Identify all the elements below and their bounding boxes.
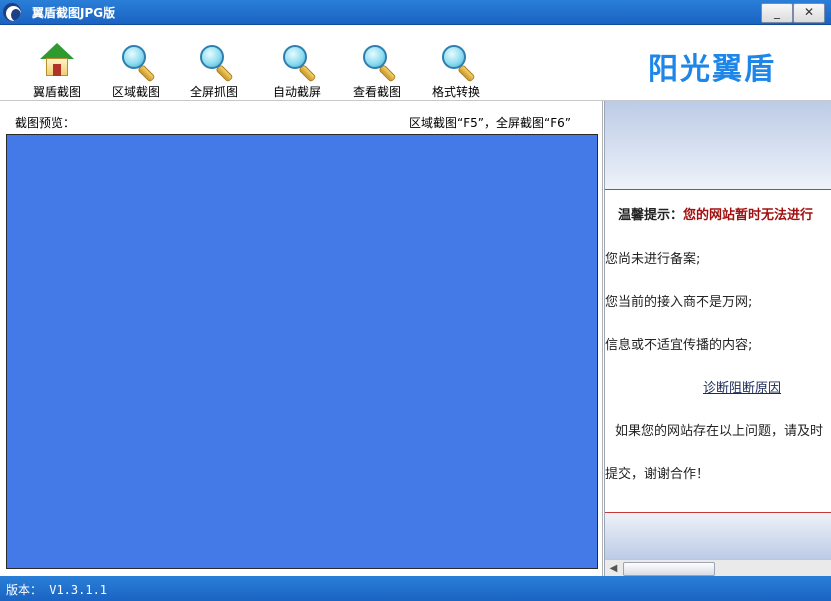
magnifier-icon <box>357 41 397 83</box>
home-icon <box>37 41 77 81</box>
minimize-button[interactable]: _ <box>761 3 793 23</box>
reason-line: 您当前的接入商不是万网; <box>605 295 753 310</box>
close-button[interactable]: ✕ <box>793 3 825 23</box>
toolbar-item-label: 全屏抓图 <box>189 85 238 99</box>
horizontal-scrollbar[interactable]: ◀ <box>605 559 831 576</box>
toolbar-item-label: 格式转换 <box>431 85 480 99</box>
web-content: 温馨提示：您的网站暂时无法进行 您尚未进行备案; 您当前的接入商不是万网; 信息… <box>605 189 831 513</box>
view-captures-button[interactable]: 查看截图 <box>342 41 412 100</box>
screenshot-home-button[interactable]: 翼盾截图 <box>22 41 92 100</box>
toolbar-item-label: 区域截图 <box>111 85 160 99</box>
magnifier-icon <box>436 41 476 83</box>
thanks-line: 提交，谢谢合作！ <box>605 467 710 482</box>
app-logo-icon <box>3 3 21 21</box>
toolbar-item-label: 查看截图 <box>352 85 401 99</box>
brand-logo: 阳光翼盾 <box>648 52 776 87</box>
diagnose-link[interactable]: 诊断阻断原因 <box>703 377 781 396</box>
hotkey-hint: 区域截图“F5”，全屏截图“F6” <box>409 116 571 130</box>
version-label: 版本： V1.3.1.1 <box>6 583 108 597</box>
title-bar: 翼盾截图JPG版 _ ✕ <box>0 0 831 25</box>
window-title: 翼盾截图JPG版 <box>32 6 116 20</box>
web-footer-band <box>605 513 831 559</box>
scroll-left-icon[interactable]: ◀ <box>607 562 620 575</box>
reason-line: 您尚未进行备案; <box>605 252 701 267</box>
auto-capture-button[interactable]: 自动截屏 <box>262 41 332 100</box>
magnifier-icon <box>277 41 317 83</box>
toolbar-item-label: 自动截屏 <box>272 85 321 99</box>
tip-label: 温馨提示： <box>618 208 684 223</box>
tip-line: 温馨提示：您的网站暂时无法进行 <box>618 204 813 223</box>
fullscreen-capture-button[interactable]: 全屏抓图 <box>179 41 249 100</box>
region-capture-button[interactable]: 区域截图 <box>101 41 171 100</box>
status-bar: 版本： V1.3.1.1 <box>0 576 831 601</box>
screenshot-preview-area[interactable] <box>6 134 598 569</box>
magnifier-icon <box>116 41 156 83</box>
toolbar-item-label: 翼盾截图 <box>32 85 81 99</box>
notice-line: 如果您的网站存在以上问题，请及时 <box>615 424 824 439</box>
preview-label: 截图预览： <box>15 116 76 130</box>
reason-line: 信息或不适宜传播的内容; <box>605 338 753 353</box>
scrollbar-thumb[interactable] <box>623 562 715 576</box>
format-convert-button[interactable]: 格式转换 <box>421 41 491 100</box>
tip-message: 您的网站暂时无法进行 <box>683 208 814 223</box>
web-header-band <box>605 101 831 189</box>
toolbar: 翼盾截图 区域截图 全屏抓图 自动截屏 查看截图 格式转换 阳光翼盾 <box>0 25 831 101</box>
preview-panel: 截图预览： 区域截图“F5”，全屏截图“F6” <box>0 101 603 576</box>
web-panel: 温馨提示：您的网站暂时无法进行 您尚未进行备案; 您当前的接入商不是万网; 信息… <box>604 101 831 576</box>
magnifier-icon <box>194 41 234 83</box>
